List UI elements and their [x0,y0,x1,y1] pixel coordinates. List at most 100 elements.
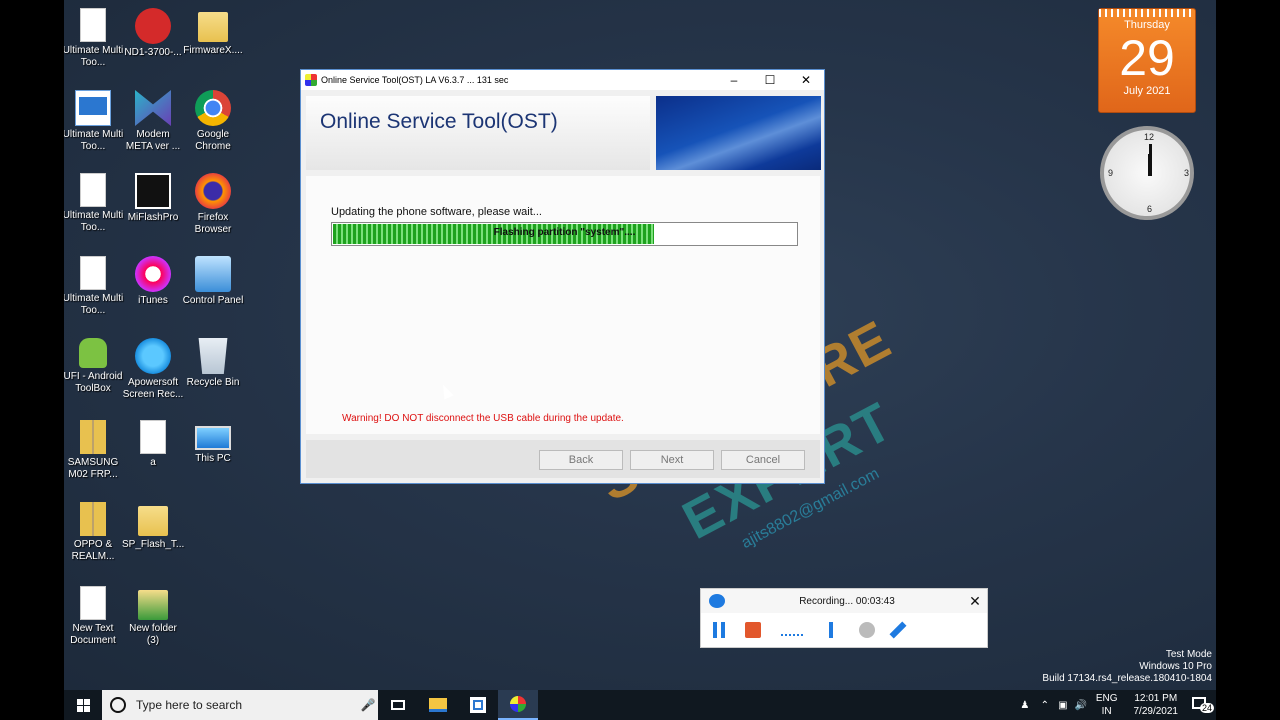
window-titlebar[interactable]: Online Service Tool(OST) LA V6.3.7 ... 1… [301,70,824,90]
desktop-icon-ultimate-1[interactable]: Ultimate Multi Too... [64,8,124,69]
clock-numeral: 12 [1144,132,1155,142]
modem-meta-icon [135,90,171,126]
network-icon[interactable]: ▣ [1054,700,1072,711]
button-bar: Back Next Cancel [306,440,820,478]
desktop-icon-ultimate-3[interactable]: Ultimate Multi Too... [64,173,124,234]
close-icon[interactable]: ✕ [788,70,824,90]
minimize-icon[interactable]: – [716,70,752,90]
progress-bar: Flashing partition "system".... [331,222,798,246]
desktop-icon-firefox[interactable]: Firefox Browser [182,173,244,236]
taskbar-search[interactable]: Type here to search 🎤 [102,690,378,720]
recording-status: Recording... 00:03:43 [799,595,895,607]
maximize-icon[interactable]: ☐ [752,70,788,90]
desktop-icon-ultimate-2[interactable]: Ultimate Multi Too... [64,90,124,153]
letterbox-left [0,0,64,720]
desktop-icon-samsung-frp[interactable]: SAMSUNG M02 FRP... [64,420,124,481]
search-placeholder: Type here to search [136,698,243,712]
status-text: Updating the phone software, please wait… [331,206,542,218]
desktop-icon-firmwarex[interactable]: FirmwareX.... [182,8,244,57]
chrome-icon [195,90,231,126]
desktop-icon-sp-flash[interactable]: SP_Flash_T... [122,502,184,551]
desktop-icon-this-pc[interactable]: This PC [182,420,244,465]
volume-icon[interactable]: 🔊 [1072,700,1090,711]
progress-text: Flashing partition "system".... [493,227,636,238]
microphone-icon[interactable]: 🎤 [358,698,378,712]
recycle-bin-icon [198,338,228,374]
firefox-icon [195,173,231,209]
camera-icon [709,594,725,608]
recorder-header: Recording... 00:03:43 ✕ [701,589,987,613]
window-client: Online Service Tool(OST) Updating the ph… [301,90,824,483]
control-panel-icon [195,256,231,292]
header-banner-image [656,96,821,170]
mouse-cursor-icon [438,382,454,400]
desktop-icon-itunes[interactable]: iTunes [122,256,184,307]
desktop-icon-new-folder-3[interactable]: New folder (3) [122,586,184,647]
windows-info: Test Mode Windows 10 Pro Build 17134.rs4… [1042,649,1212,685]
calendar-month: July 2021 [1123,85,1171,97]
store-icon[interactable] [458,690,498,720]
file-icon [80,586,106,620]
clock-time: 12:01 PM [1134,693,1178,704]
chevron-up-icon[interactable]: ⌃ [1036,700,1054,711]
calendar-gadget[interactable]: Thursday 29 July 2021 [1098,8,1196,113]
desktop-icon-ufi[interactable]: UFI - Android ToolBox [64,338,124,395]
notification-icon[interactable]: 24 [1188,695,1216,715]
desktop-icon-nd1[interactable]: ND1-3700-... [122,8,184,59]
letterbox-right [1216,0,1280,720]
start-button[interactable] [64,690,102,720]
header-title: Online Service Tool(OST) [320,110,558,133]
desktop-icon-ultimate-4[interactable]: Ultimate Multi Too... [64,256,124,317]
desktop-icon-new-text-document[interactable]: New Text Document [64,586,124,647]
calendar-date: 29 [1119,30,1175,86]
window-title: Online Service Tool(OST) LA V6.3.7 ... 1… [321,75,509,85]
desktop-icon-modem-meta[interactable]: Modem META ver ... [122,90,184,153]
file-icon [140,420,166,454]
android-icon [79,338,107,368]
folder-icon [138,590,168,620]
language-indicator[interactable]: ENG IN [1096,692,1118,718]
clock-numeral: 9 [1108,168,1114,178]
clock-numeral: 3 [1184,168,1190,178]
webcam-icon[interactable] [859,622,875,638]
desktop-icon-control-panel[interactable]: Control Panel [182,256,244,307]
desktop-icon-apowersoft[interactable]: Apowersoft Screen Rec... [122,338,184,401]
cancel-button[interactable]: Cancel [721,450,805,470]
this-pc-icon [195,426,231,450]
zip-icon [80,420,106,454]
desktop-icon-oppo[interactable]: OPPO & REALM... [64,502,124,563]
screen-recorder-widget[interactable]: Recording... 00:03:43 ✕ [700,588,988,648]
notification-count: 24 [1200,703,1215,713]
pen-icon[interactable] [889,621,907,639]
clock-numeral: 6 [1147,204,1153,214]
system-tray: ♟ ⌃ ▣ 🔊 ENG IN 12:01 PM 7/29/2021 24 [1014,690,1216,720]
file-icon [80,173,106,207]
next-button[interactable]: Next [630,450,714,470]
language-code: ENG [1095,693,1118,704]
calendar-rings [1099,9,1195,17]
microphone-icon[interactable] [823,622,839,638]
people-icon[interactable]: ♟ [1014,700,1036,711]
close-icon[interactable]: ✕ [963,593,987,610]
back-button[interactable]: Back [539,450,623,470]
ost-window[interactable]: Online Service Tool(OST) LA V6.3.7 ... 1… [300,69,825,484]
stop-icon[interactable] [745,622,761,638]
file-explorer-icon[interactable] [418,690,458,720]
snapdragon-icon [135,8,171,44]
test-mode-label: Test Mode [1165,649,1212,660]
desktop-icon-recycle-bin[interactable]: Recycle Bin [182,338,244,389]
folder-icon [198,12,228,42]
pause-icon[interactable] [713,622,725,638]
task-view-icon[interactable] [378,690,418,720]
desktop-icon-chrome[interactable]: Google Chrome [182,90,244,153]
recorder-toolbar [701,613,987,647]
taskbar-clock[interactable]: 12:01 PM 7/29/2021 [1134,692,1179,718]
desktop-icon-miflashpro[interactable]: MiFlashPro [122,173,184,224]
audio-level-icon [781,624,803,636]
cortana-icon [110,697,126,713]
clock-gadget[interactable]: 12 3 6 9 [1100,126,1194,220]
file-icon [80,256,106,290]
ost-taskbar-icon[interactable] [498,690,538,720]
desktop-icon-a[interactable]: a [122,420,184,469]
zip-icon [80,502,106,536]
